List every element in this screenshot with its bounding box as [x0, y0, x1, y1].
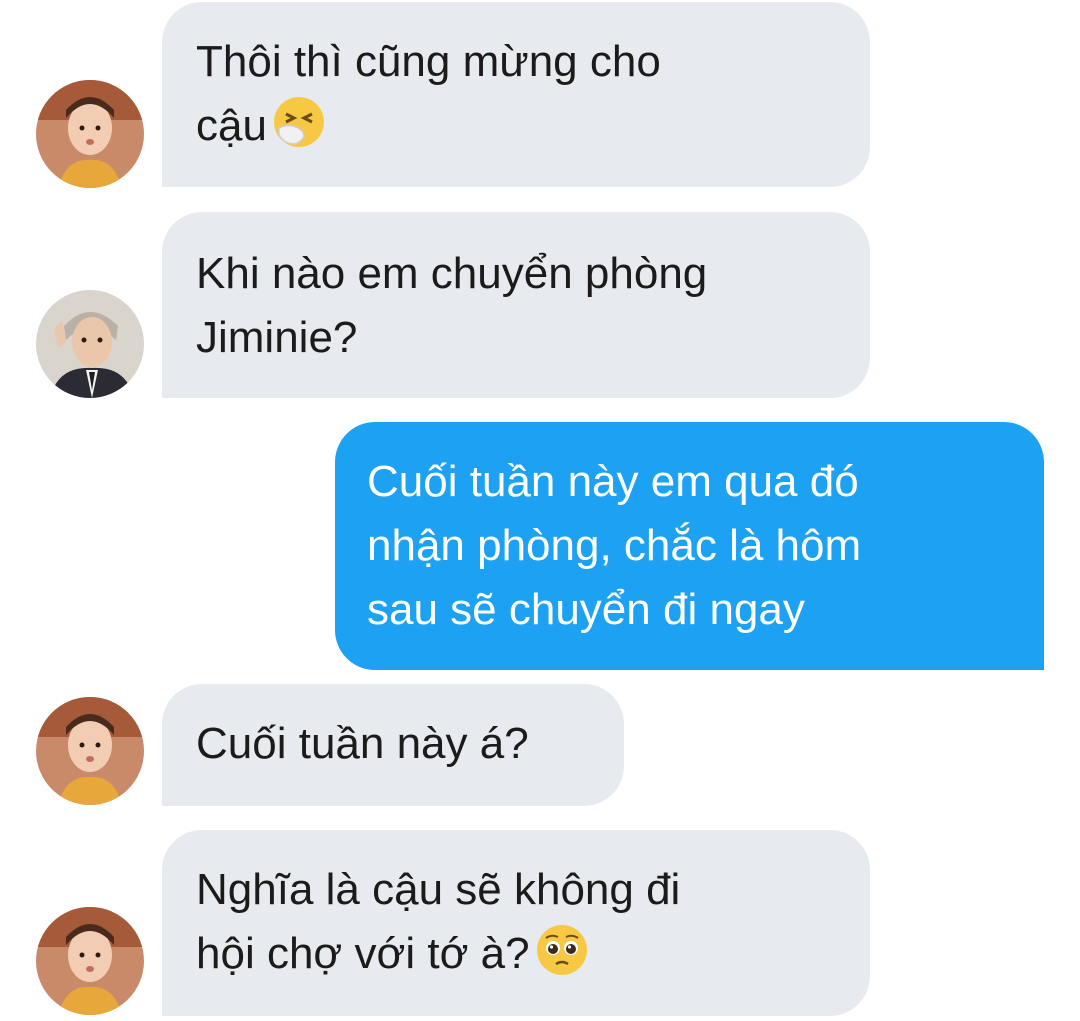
- message-text: cậu: [196, 94, 836, 158]
- message-bubble[interactable]: Khi nào em chuyển phòng Jiminie?: [162, 212, 870, 398]
- message-text: Khi nào em chuyển phòng: [196, 249, 708, 298]
- message-bubble[interactable]: Nghĩa là cậu sẽ không đi hội chợ với tớ …: [162, 830, 870, 1016]
- message-bubble[interactable]: Thôi thì cũng mừng cho cậu: [162, 2, 870, 187]
- message-text-segment: hội chợ với tớ à?: [196, 929, 530, 978]
- avatar-friend-rm[interactable]: [36, 290, 144, 398]
- avatar-friend-v[interactable]: [36, 907, 144, 1015]
- message-text: nhận phòng, chắc là hôm: [367, 521, 862, 570]
- message-text: Thôi thì cũng mừng cho: [196, 37, 661, 86]
- sneezing-face-icon: [271, 94, 327, 150]
- avatar-friend-v[interactable]: [36, 80, 144, 188]
- message-text: Cuối tuần này á?: [196, 719, 529, 768]
- pleading-face-icon: [534, 922, 590, 978]
- message-bubble[interactable]: Cuối tuần này á?: [162, 684, 624, 806]
- message-text: hội chợ với tớ à?: [196, 922, 836, 986]
- avatar-friend-v[interactable]: [36, 697, 144, 805]
- message-text: Nghĩa là cậu sẽ không đi: [196, 865, 681, 914]
- message-text: Cuối tuần này em qua đó: [367, 457, 859, 506]
- message-bubble-outgoing[interactable]: Cuối tuần này em qua đó nhận phòng, chắc…: [335, 422, 1044, 670]
- message-text: Jiminie?: [196, 313, 358, 362]
- message-text-segment: cậu: [196, 101, 267, 150]
- message-text: sau sẽ chuyển đi ngay: [367, 585, 805, 634]
